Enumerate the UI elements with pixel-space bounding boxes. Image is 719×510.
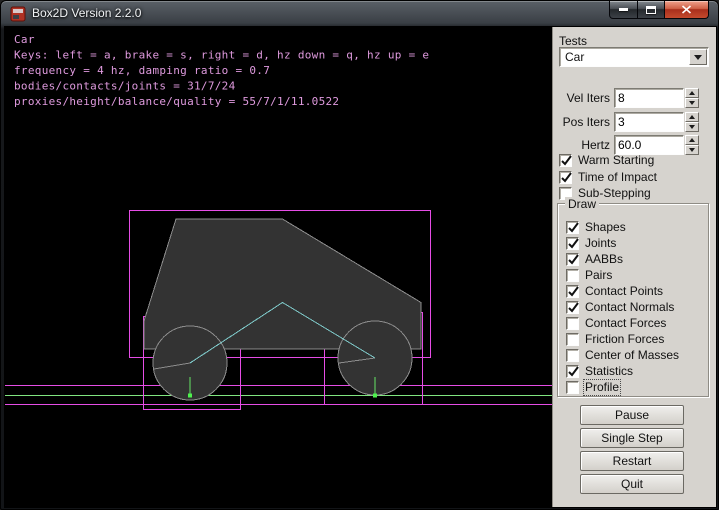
checkbox-warm-starting[interactable]: Warm Starting bbox=[559, 154, 654, 167]
checkbox-box[interactable] bbox=[566, 365, 579, 378]
vel-iters-input[interactable] bbox=[614, 88, 684, 108]
pos-iters-down-button[interactable] bbox=[685, 122, 699, 132]
simulation-canvas[interactable]: Car Keys: left = a, brake = s, right = d… bbox=[5, 27, 552, 507]
checkbox-box[interactable] bbox=[566, 333, 579, 346]
vel-iters-spinner bbox=[685, 88, 699, 108]
checkbox-joints[interactable]: Joints bbox=[566, 237, 616, 250]
tests-label: Tests bbox=[559, 34, 587, 48]
close-button[interactable] bbox=[664, 1, 709, 19]
vel-iters-label: Vel Iters bbox=[553, 88, 610, 108]
checkbox-box[interactable] bbox=[566, 237, 579, 250]
pos-iters-up-button[interactable] bbox=[685, 112, 699, 122]
checkbox-box[interactable] bbox=[566, 317, 579, 330]
test-select-value: Car bbox=[565, 50, 584, 65]
hertz-down-button[interactable] bbox=[685, 145, 699, 155]
arrow-down-icon bbox=[689, 101, 695, 105]
checkbox-contact-normals[interactable]: Contact Normals bbox=[566, 301, 674, 314]
arrow-down-icon bbox=[689, 125, 695, 129]
canvas-text-line: proxies/height/balance/quality = 55/7/1/… bbox=[14, 95, 339, 108]
canvas-text-line: Car bbox=[14, 33, 35, 46]
maximize-button[interactable] bbox=[637, 1, 665, 19]
quit-button[interactable]: Quit bbox=[580, 474, 684, 494]
client-area: Car Keys: left = a, brake = s, right = d… bbox=[5, 27, 716, 507]
hertz-label: Hertz bbox=[553, 135, 610, 155]
window-title: Box2D Version 2.2.0 bbox=[32, 1, 141, 26]
restart-button[interactable]: Restart bbox=[580, 451, 684, 471]
arrow-up-icon bbox=[689, 91, 695, 95]
vel-iters-down-button[interactable] bbox=[685, 98, 699, 108]
checkbox-pairs[interactable]: Pairs bbox=[566, 269, 612, 282]
vel-iters-up-button[interactable] bbox=[685, 88, 699, 98]
close-icon bbox=[681, 5, 692, 14]
single-step-button[interactable]: Single Step bbox=[580, 428, 684, 448]
hertz-input[interactable] bbox=[614, 135, 684, 155]
checkbox-shapes[interactable]: Shapes bbox=[566, 221, 626, 234]
right-contact-point bbox=[373, 394, 377, 398]
checkbox-box[interactable] bbox=[566, 301, 579, 314]
arrow-up-icon bbox=[689, 115, 695, 119]
draw-group: Draw Shapes Joints AABBs Pairs bbox=[557, 203, 709, 397]
left-contact-point bbox=[188, 394, 192, 398]
vel-iters-row: Vel Iters bbox=[553, 88, 705, 108]
caption-buttons bbox=[610, 1, 709, 19]
canvas-text-line: frequency = 4 hz, damping ratio = 0.7 bbox=[14, 64, 270, 77]
checkbox-box[interactable] bbox=[566, 381, 579, 394]
canvas-text-line: bodies/contacts/joints = 31/7/24 bbox=[14, 80, 236, 93]
checkbox-profile[interactable]: Profile bbox=[566, 381, 619, 394]
hertz-up-button[interactable] bbox=[685, 135, 699, 145]
checkbox-box[interactable] bbox=[566, 221, 579, 234]
pos-iters-label: Pos Iters bbox=[553, 112, 610, 132]
canvas-text-line: Keys: left = a, brake = s, right = d, hz… bbox=[14, 49, 429, 62]
draw-group-title: Draw bbox=[565, 197, 599, 211]
maximize-icon bbox=[646, 6, 656, 14]
arrow-down-icon bbox=[689, 148, 695, 152]
checkbox-box[interactable] bbox=[566, 349, 579, 362]
checkbox-box[interactable] bbox=[559, 154, 572, 167]
pos-iters-input[interactable] bbox=[614, 112, 684, 132]
test-select[interactable]: Car bbox=[559, 47, 709, 67]
chevron-down-icon bbox=[694, 55, 702, 60]
pause-button[interactable]: Pause bbox=[580, 405, 684, 425]
titlebar[interactable]: Box2D Version 2.2.0 bbox=[1, 1, 718, 27]
checkbox-box[interactable] bbox=[559, 171, 572, 184]
checkbox-statistics[interactable]: Statistics bbox=[566, 365, 633, 378]
checkbox-center-of-masses[interactable]: Center of Masses bbox=[566, 349, 679, 362]
control-panel: Tests Car Vel Iters Pos Iters bbox=[552, 27, 716, 507]
checkbox-friction-forces[interactable]: Friction Forces bbox=[566, 333, 664, 346]
checkbox-time-of-impact[interactable]: Time of Impact bbox=[559, 171, 657, 184]
minimize-icon bbox=[619, 8, 628, 11]
pos-iters-row: Pos Iters bbox=[553, 112, 705, 132]
pos-iters-spinner bbox=[685, 112, 699, 132]
hertz-spinner bbox=[685, 135, 699, 155]
arrow-up-icon bbox=[689, 138, 695, 142]
checkbox-aabbs[interactable]: AABBs bbox=[566, 253, 623, 266]
hertz-row: Hertz bbox=[553, 135, 705, 155]
checkbox-box[interactable] bbox=[566, 269, 579, 282]
checkbox-contact-forces[interactable]: Contact Forces bbox=[566, 317, 666, 330]
combo-dropdown-button[interactable] bbox=[689, 49, 707, 65]
app-icon bbox=[10, 6, 26, 22]
app-window: Box2D Version 2.2.0 Car Keys: left = a, … bbox=[0, 0, 719, 510]
checkbox-box[interactable] bbox=[566, 253, 579, 266]
checkbox-contact-points[interactable]: Contact Points bbox=[566, 285, 663, 298]
minimize-button[interactable] bbox=[609, 1, 638, 19]
checkbox-box[interactable] bbox=[566, 285, 579, 298]
